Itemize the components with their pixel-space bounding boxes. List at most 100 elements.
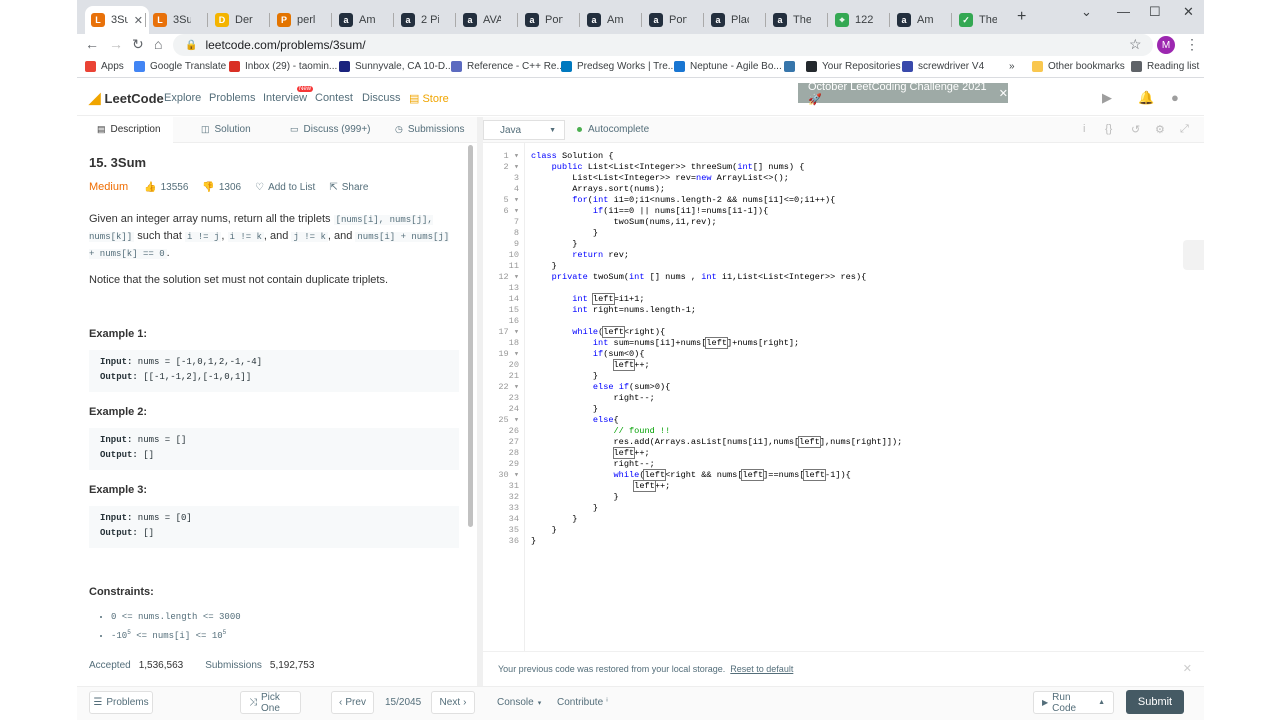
bookmark-star-icon[interactable]: ☆ (1129, 36, 1142, 53)
address-bar[interactable]: 🔒 leetcode.com/problems/3sum/ (173, 34, 1153, 56)
nav-problems[interactable]: Problems (209, 92, 255, 104)
home-icon[interactable]: ⌂ (154, 36, 162, 52)
code-line[interactable]: twoSum(nums,i1,rev); (531, 217, 902, 228)
bookmark-item[interactable]: Predseg Works | Tre... (561, 61, 676, 72)
bookmark-item[interactable]: Inbox (29) - taomin... (229, 61, 337, 72)
tab-search-icon[interactable]: ⌄ (1081, 4, 1092, 20)
code-line[interactable]: private twoSum(int [] nums , int i1,List… (531, 272, 902, 283)
code-line[interactable]: left++; (531, 359, 902, 371)
code-line[interactable]: return rev; (531, 250, 902, 261)
code-line[interactable]: } (531, 514, 902, 525)
reading-list[interactable]: Reading list (1131, 61, 1199, 72)
code-line[interactable]: List<List<Integer>> rev=new ArrayList<>(… (531, 173, 902, 184)
code-line[interactable]: else{ (531, 415, 902, 426)
code-line[interactable]: int left=i1+1; (531, 293, 902, 305)
browser-tab[interactable]: L 3Su ✕ (85, 6, 149, 34)
fullscreen-icon[interactable]: ⤢ (1180, 123, 1189, 136)
nav-interview[interactable]: Interview (263, 92, 307, 104)
browser-tab[interactable]: a Port (643, 6, 701, 34)
code-line[interactable]: if(i1==0 || nums[i1]!=nums[i1-1]){ (531, 206, 902, 217)
code-line[interactable]: // found !! (531, 426, 902, 437)
browser-tab[interactable]: a Am (333, 6, 391, 34)
bookmark-item[interactable]: screwdriver V4 (902, 61, 984, 72)
browser-tab[interactable]: Pperl (271, 6, 329, 34)
braces-icon[interactable]: {} (1105, 123, 1112, 135)
browser-menu-icon[interactable]: ⋮ (1185, 36, 1199, 53)
tab-submissions[interactable]: ◷ Submissions (395, 124, 465, 135)
info-icon[interactable]: i (1083, 123, 1085, 135)
code-line[interactable]: if(sum<0){ (531, 349, 902, 360)
share-button[interactable]: ⇱ Share (329, 182, 368, 193)
code-editor[interactable]: 1 ▾ 2 ▾ 3 4 5 ▾ 6 ▾ 7 8 9 10 11 12 ▾ 13 14 15… (483, 143, 1204, 651)
close-notice-icon[interactable]: ✕ (1183, 662, 1192, 675)
bookmark-item[interactable] (784, 61, 800, 72)
reload-icon[interactable]: ↻ (132, 36, 144, 53)
close-window-button[interactable]: ✕ (1183, 4, 1194, 20)
browser-tab[interactable]: ⌖ 122 (829, 6, 887, 34)
leetcode-logo[interactable]: ◢ LeetCode (89, 89, 164, 107)
code-line[interactable] (531, 316, 902, 327)
code-line[interactable] (531, 283, 902, 294)
minimize-button[interactable]: — (1117, 4, 1130, 19)
tab-discuss[interactable]: ▭ Discuss (999+) (290, 124, 370, 135)
tab-close-icon[interactable]: ✕ (134, 14, 143, 27)
code-line[interactable]: int sum=nums[i1]+nums[left]+nums[right]; (531, 337, 902, 349)
code-content[interactable]: class Solution { public List<List<Intege… (531, 151, 902, 547)
contribute-link[interactable]: Contribute ⁱ (557, 697, 608, 708)
code-line[interactable]: int right=nums.length-1; (531, 305, 902, 316)
problems-button[interactable]: ☰ Problems (89, 691, 153, 714)
run-code-button[interactable]: ▶ Run Code ▲ (1033, 691, 1114, 714)
bookmark-item[interactable]: Reference - C++ Re... (451, 61, 565, 72)
browser-tab[interactable]: D Der (209, 6, 267, 34)
code-line[interactable]: left++; (531, 480, 902, 492)
code-line[interactable]: } (531, 228, 902, 239)
bookmark-item[interactable]: Neptune - Agile Bo... (674, 61, 782, 72)
tab-description[interactable]: ▤ Description (97, 124, 161, 135)
dislike-button[interactable]: 👎 1306 (202, 182, 241, 193)
other-bookmarks[interactable]: Other bookmarks (1032, 61, 1125, 72)
pick-one-button[interactable]: ⤨ Pick One (240, 691, 301, 714)
reset-icon[interactable]: ↺ (1131, 123, 1140, 136)
side-panel-handle[interactable] (1183, 240, 1204, 270)
submit-button[interactable]: Submit (1126, 690, 1184, 714)
browser-tab[interactable]: a Port (519, 6, 577, 34)
like-button[interactable]: 👍 13556 (144, 182, 188, 193)
code-line[interactable]: right--; (531, 459, 902, 470)
playground-icon[interactable]: ▶ (1102, 90, 1112, 106)
bookmark-item[interactable]: Sunnyvale, CA 10-D... (339, 61, 453, 72)
code-line[interactable]: class Solution { (531, 151, 902, 162)
nav-contest[interactable]: Contest (315, 92, 353, 104)
code-line[interactable]: } (531, 371, 902, 382)
bookmark-item[interactable]: Apps (85, 61, 124, 72)
notification-bell-icon[interactable]: 🔔 (1138, 90, 1154, 106)
code-line[interactable]: } (531, 525, 902, 536)
code-line[interactable]: } (531, 536, 902, 547)
next-button[interactable]: Next › (431, 691, 475, 714)
forward-icon[interactable]: → (109, 36, 123, 52)
nav-store[interactable]: ▤ Store (409, 92, 449, 105)
settings-icon[interactable]: ⚙ (1155, 123, 1165, 136)
browser-tab[interactable]: L 3Su (147, 6, 205, 34)
console-toggle[interactable]: Console ▾ (497, 697, 541, 708)
code-line[interactable]: right--; (531, 393, 902, 404)
bookmarks-more[interactable]: » (1009, 61, 1015, 72)
code-line[interactable]: } (531, 503, 902, 514)
browser-tab[interactable]: a Am (581, 6, 639, 34)
code-line[interactable]: for(int i1=0;i1<nums.length-2 && nums[i1… (531, 195, 902, 206)
language-select[interactable]: Java ▼ (483, 120, 565, 140)
browser-tab[interactable]: a Am (891, 6, 949, 34)
code-line[interactable]: Arrays.sort(nums); (531, 184, 902, 195)
banner-close-icon[interactable]: ✕ (999, 87, 1008, 100)
browser-tab[interactable]: a AVA (457, 6, 515, 34)
code-line[interactable]: } (531, 261, 902, 272)
bookmark-item[interactable]: Google Translate (134, 61, 226, 72)
browser-tab[interactable]: a Plac (705, 6, 763, 34)
nav-discuss[interactable]: Discuss (362, 92, 401, 104)
description-scrollbar[interactable] (468, 145, 473, 527)
code-line[interactable]: public List<List<Integer>> threeSum(int[… (531, 162, 902, 173)
code-line[interactable]: else if(sum>0){ (531, 382, 902, 393)
maximize-button[interactable]: ☐ (1149, 4, 1161, 20)
tab-solution[interactable]: ◫ Solution (201, 124, 251, 135)
code-line[interactable]: while(left<right){ (531, 326, 902, 338)
code-line[interactable]: res.add(Arrays.asList[nums[i1],nums[left… (531, 436, 902, 448)
